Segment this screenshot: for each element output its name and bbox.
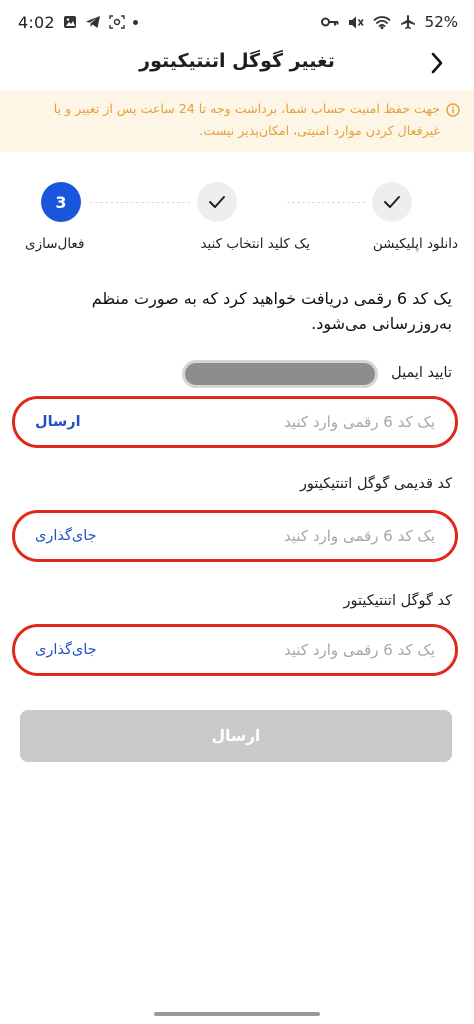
email-code-row: ارسال — [12, 396, 458, 448]
wifi-icon — [373, 15, 391, 29]
warning-banner: جهت حفظ امنیت حساب شما، برداشت وجه تا 24… — [0, 90, 474, 152]
step-connector-1 — [287, 202, 365, 203]
back-button[interactable] — [420, 48, 454, 78]
masked-email — [182, 360, 378, 388]
step-connector-2 — [90, 202, 190, 203]
stepper: 3 دانلود اپلیکیشن یک کلید انتخاب کنید فع… — [0, 178, 474, 258]
step-3-label: فعال‌سازی — [25, 236, 85, 252]
step-2-circle — [197, 182, 237, 222]
info-icon — [446, 102, 460, 124]
status-time: 4:02 — [18, 12, 55, 32]
new-code-input[interactable] — [155, 641, 435, 659]
email-field-label: تایید ایمیل — [391, 365, 452, 381]
description: یک کد 6 رقمی دریافت خواهید کرد که به صور… — [91, 289, 452, 333]
old-code-input[interactable] — [155, 527, 435, 545]
check-icon — [384, 196, 400, 208]
battery-percentage: 52% — [424, 13, 458, 31]
step-1-label: دانلود اپلیکیشن — [372, 236, 458, 252]
old-code-field-label: کد قدیمی گوگل اتنتیکیتور — [299, 476, 452, 492]
send-email-code-button[interactable]: ارسال — [35, 414, 81, 430]
check-icon — [209, 196, 225, 208]
step-3-circle: 3 — [41, 182, 81, 222]
paste-new-code-button[interactable]: جای‌گذاری — [35, 642, 97, 658]
key-icon — [320, 16, 339, 28]
status-bar: 4:02 52% — [0, 0, 474, 44]
old-code-row: جای‌گذاری — [12, 510, 458, 562]
step-2-label: یک کلید انتخاب کنید — [200, 236, 310, 252]
gallery-icon — [63, 15, 77, 29]
step-1-circle — [372, 182, 412, 222]
notification-dot-icon — [132, 19, 138, 25]
submit-button[interactable]: ارسال — [20, 710, 452, 762]
screenshot-icon — [109, 15, 125, 29]
step-3-number: 3 — [55, 192, 67, 212]
chevron-right-icon — [431, 52, 443, 74]
warning-text: جهت حفظ امنیت حساب شما، برداشت وجه تا 24… — [53, 101, 440, 138]
new-code-row: جای‌گذاری — [12, 624, 458, 676]
new-code-field-label: کد گوگل اتنتیکیتور — [343, 593, 452, 609]
paste-old-code-button[interactable]: جای‌گذاری — [35, 528, 97, 544]
header: تغییر گوگل اتنتیکیتور — [0, 44, 474, 82]
status-left: 4:02 — [18, 13, 138, 32]
page-title: تغییر گوگل اتنتیکیتور — [139, 50, 335, 72]
home-indicator[interactable] — [154, 1012, 320, 1016]
email-code-input[interactable] — [155, 413, 435, 431]
mute-icon — [348, 15, 364, 30]
status-right: 52% — [320, 13, 458, 31]
telegram-icon — [85, 15, 101, 29]
airplane-mode-icon — [400, 14, 416, 30]
